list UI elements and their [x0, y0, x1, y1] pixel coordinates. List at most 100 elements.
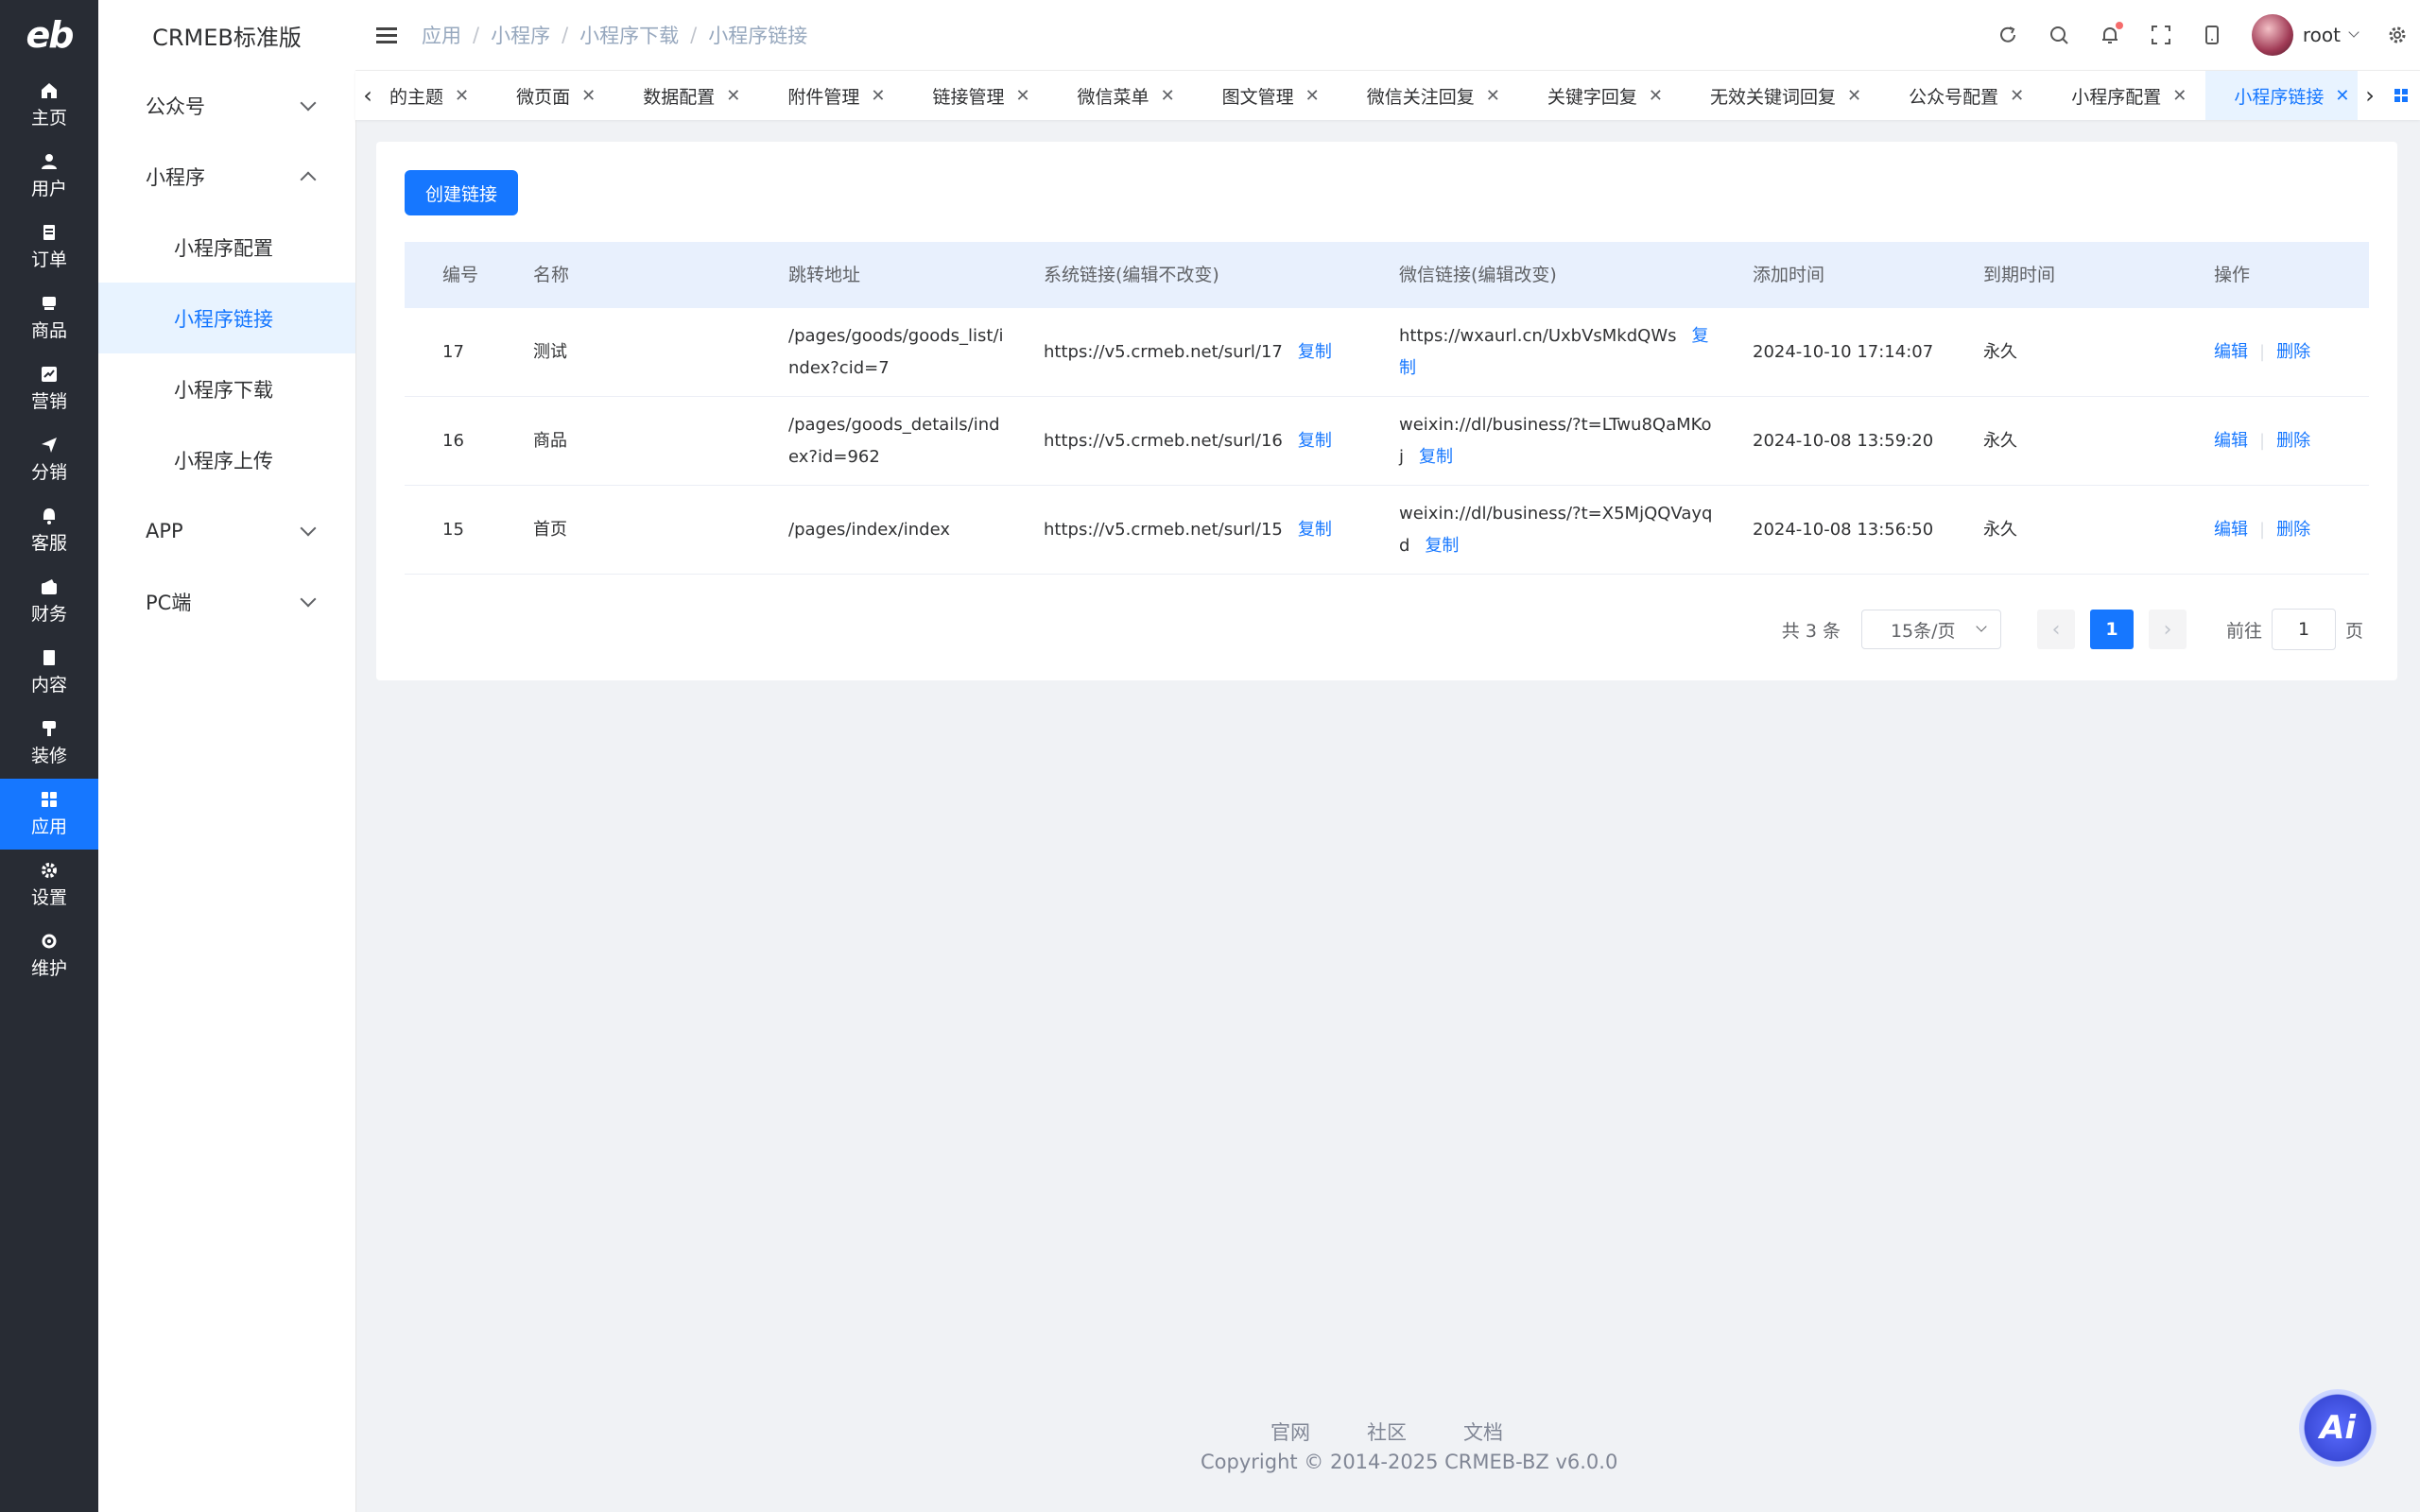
footer-link-official[interactable]: 官网 [1270, 1418, 1310, 1446]
page-size-value: 15条/页 [1890, 620, 1956, 642]
footer-link-docs[interactable]: 文档 [1463, 1418, 1503, 1446]
logo[interactable]: eb [0, 0, 98, 70]
close-icon[interactable]: ✕ [581, 86, 596, 106]
user-menu[interactable]: root [2251, 14, 2360, 56]
breadcrumb-item[interactable]: 应用 [422, 21, 461, 49]
tab-invalid-keyword-reply[interactable]: 无效关键词回复 ✕ [1682, 71, 1880, 120]
copy-button[interactable]: 复制 [1298, 431, 1332, 451]
tabs-scroll-right-icon[interactable]: › [2358, 71, 2382, 120]
menu-item-mini-link[interactable]: 小程序链接 [98, 283, 355, 353]
close-icon[interactable]: ✕ [455, 86, 469, 106]
cell-added-time: 2024-10-10 17:14:07 [1753, 341, 1934, 362]
rail-item-decorate[interactable]: 装修 [0, 708, 98, 779]
tab-mini-link[interactable]: 小程序链接 ✕ [2205, 71, 2358, 120]
create-link-button[interactable]: 创建链接 [405, 170, 518, 215]
delete-button[interactable]: 删除 [2276, 431, 2310, 451]
ai-assistant-button[interactable]: Ai [2299, 1389, 2377, 1467]
rail-item-home[interactable]: 主页 [0, 70, 98, 141]
close-icon[interactable]: ✕ [871, 86, 885, 106]
rail-item-apps[interactable]: 应用 [0, 779, 98, 850]
tab-theme[interactable]: 的主题 ✕ [380, 71, 488, 120]
page-number-current[interactable]: 1 [2089, 610, 2134, 649]
menu-group-app[interactable]: APP [98, 495, 355, 566]
fullscreen-icon[interactable] [2150, 24, 2172, 46]
rail-label: 商品 [30, 320, 67, 341]
breadcrumb-item[interactable]: 小程序 [491, 21, 550, 49]
goto-page: 前往 1 页 [2226, 609, 2363, 650]
rail-item-marketing[interactable]: 营销 [0, 353, 98, 424]
close-icon[interactable]: ✕ [1161, 86, 1175, 106]
tab-official-config[interactable]: 公众号配置 ✕ [1880, 71, 2043, 120]
mobile-preview-icon[interactable] [2201, 24, 2223, 46]
notification-bell-icon[interactable] [2099, 22, 2123, 46]
footer-link-community[interactable]: 社区 [1367, 1418, 1407, 1446]
rail-item-distribution[interactable]: 分销 [0, 424, 98, 495]
close-icon[interactable]: ✕ [1015, 86, 1029, 106]
tab-micro-page[interactable]: 微页面 ✕ [488, 71, 614, 120]
menu-item-mini-download[interactable]: 小程序下载 [98, 353, 355, 424]
tab-article-manage[interactable]: 图文管理 ✕ [1194, 71, 1339, 120]
column-header: 跳转地址 [788, 265, 861, 285]
next-page-button[interactable]: › [2148, 610, 2187, 649]
delete-button[interactable]: 删除 [2276, 520, 2310, 540]
tab-data-config[interactable]: 数据配置 ✕ [614, 71, 759, 120]
close-icon[interactable]: ✕ [1305, 86, 1320, 106]
close-icon[interactable]: ✕ [2335, 86, 2349, 106]
rail-item-settings[interactable]: 设置 [0, 850, 98, 920]
close-icon[interactable]: ✕ [726, 86, 740, 106]
tab-attachments[interactable]: 附件管理 ✕ [759, 71, 904, 120]
tab-link-manage[interactable]: 链接管理 ✕ [904, 71, 1048, 120]
tab-mini-config[interactable]: 小程序配置 ✕ [2043, 71, 2205, 120]
rail-label: 维护 [30, 958, 67, 979]
tab-keyword-reply[interactable]: 关键字回复 ✕ [1519, 71, 1682, 120]
search-icon[interactable] [2048, 24, 2070, 46]
rail-label: 主页 [30, 108, 67, 129]
rail-item-user[interactable]: 用户 [0, 141, 98, 212]
table-header: 编号 名称 跳转地址 系统链接(编辑不改变) 微信链接(编辑改变) 添加时间 到… [405, 242, 2369, 308]
edit-button[interactable]: 编辑 [2214, 431, 2248, 451]
tabs-grid-menu-icon[interactable] [2382, 71, 2420, 120]
rail-item-goods[interactable]: 商品 [0, 283, 98, 353]
menu-toggle-icon[interactable] [376, 26, 397, 43]
prev-page-button[interactable]: ‹ [2036, 610, 2075, 649]
close-icon[interactable]: ✕ [1649, 86, 1663, 106]
table-row: 16 商品 /pages/goods_details/index?id=962 … [405, 397, 2369, 486]
breadcrumb: 应用 / 小程序 / 小程序下载 / 小程序链接 [422, 21, 807, 49]
edit-button[interactable]: 编辑 [2214, 342, 2248, 362]
edit-button[interactable]: 编辑 [2214, 520, 2248, 540]
cell-name: 测试 [533, 341, 567, 362]
rail-item-service[interactable]: 客服 [0, 495, 98, 566]
gear-icon[interactable] [2386, 24, 2409, 46]
close-icon[interactable]: ✕ [2172, 86, 2187, 106]
rail-item-finance[interactable]: 财务 [0, 566, 98, 637]
page-size-select[interactable]: 15条/页 [1860, 610, 2001, 649]
close-icon[interactable]: ✕ [1486, 86, 1500, 106]
menu-item-mini-upload[interactable]: 小程序上传 [98, 424, 355, 495]
rail-item-content[interactable]: 内容 [0, 637, 98, 708]
cell-path: /pages/goods/goods_list/index?cid=7 [788, 325, 1004, 378]
menu-group-mini-program[interactable]: 小程序 [98, 141, 355, 212]
cell-id: 17 [442, 341, 464, 362]
tabs-scroll-left-icon[interactable]: ‹ [355, 71, 380, 120]
refresh-icon[interactable] [1996, 24, 2019, 46]
close-icon[interactable]: ✕ [2010, 86, 2024, 106]
table-row: 17 测试 /pages/goods/goods_list/index?cid=… [405, 308, 2369, 397]
goto-page-input[interactable]: 1 [2271, 609, 2336, 650]
rail-item-maintenance[interactable]: 维护 [0, 920, 98, 991]
breadcrumb-item[interactable]: 小程序下载 [579, 21, 679, 49]
tab-follow-reply[interactable]: 微信关注回复 ✕ [1339, 71, 1519, 120]
rail-item-order[interactable]: 订单 [0, 212, 98, 283]
close-icon[interactable]: ✕ [1847, 86, 1861, 106]
copy-button[interactable]: 复制 [1419, 447, 1453, 467]
chevron-down-icon [1976, 621, 1987, 632]
menu-item-mini-config[interactable]: 小程序配置 [98, 212, 355, 283]
tab-wechat-menu[interactable]: 微信菜单 ✕ [1049, 71, 1194, 120]
total-count: 共 3 条 [1781, 620, 1841, 642]
copy-button[interactable]: 复制 [1298, 342, 1332, 362]
cell-wx-link: weixin://dl/business/?t=LTwu8QaMKoj 复制 [1361, 409, 1715, 473]
menu-group-pc[interactable]: PC端 [98, 566, 355, 637]
delete-button[interactable]: 删除 [2276, 342, 2310, 362]
menu-group-official-account[interactable]: 公众号 [98, 70, 355, 141]
copy-button[interactable]: 复制 [1425, 536, 1459, 556]
copy-button[interactable]: 复制 [1298, 520, 1332, 540]
